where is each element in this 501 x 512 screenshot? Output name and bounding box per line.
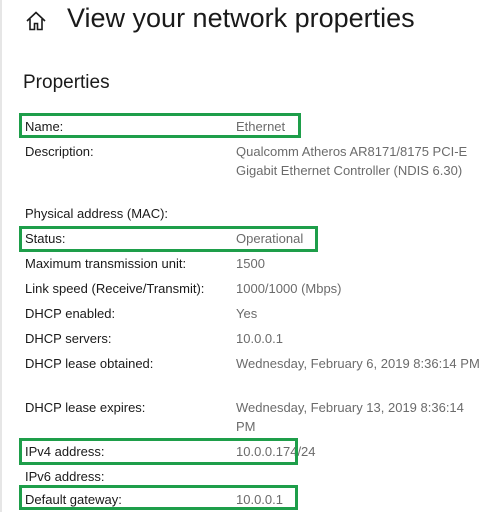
property-label: DHCP servers: [25,331,112,346]
property-label: Default gateway: [25,492,122,507]
property-value[interactable]: 10.0.0.174/24 [236,442,486,461]
property-label: Description: [25,144,94,159]
property-value[interactable]: 1500 [236,254,486,273]
property-value[interactable]: Wednesday, February 6, 2019 8:36:14 PM [236,354,486,373]
property-value[interactable]: 10.0.0.1 [236,490,486,509]
property-value[interactable]: Wednesday, February 13, 2019 8:36:14 PM [236,398,486,436]
property-label: DHCP enabled: [25,306,116,321]
property-label: Maximum transmission unit: [25,256,187,271]
property-label: IPv6 address: [25,469,105,484]
property-label: Link speed (Receive/Transmit): [25,281,205,296]
properties-list: Name: Ethernet Description: Qualcomm Ath… [0,0,501,512]
property-value[interactable]: 10.0.0.1 [236,329,486,348]
property-label: Physical address (MAC): [25,206,169,221]
property-label: Status: [25,231,66,246]
property-label: DHCP lease expires: [25,400,146,415]
property-value[interactable]: 1000/1000 (Mbps) [236,279,486,298]
property-label: DHCP lease obtained: [25,356,154,371]
property-label: IPv4 address: [25,444,105,459]
property-value[interactable]: Yes [236,304,486,323]
property-value[interactable]: Ethernet [236,117,486,136]
property-label: Name: [25,119,64,134]
property-value[interactable]: Qualcomm Atheros AR8171/8175 PCI-E Gigab… [236,142,486,180]
property-value[interactable]: Operational [236,229,486,248]
